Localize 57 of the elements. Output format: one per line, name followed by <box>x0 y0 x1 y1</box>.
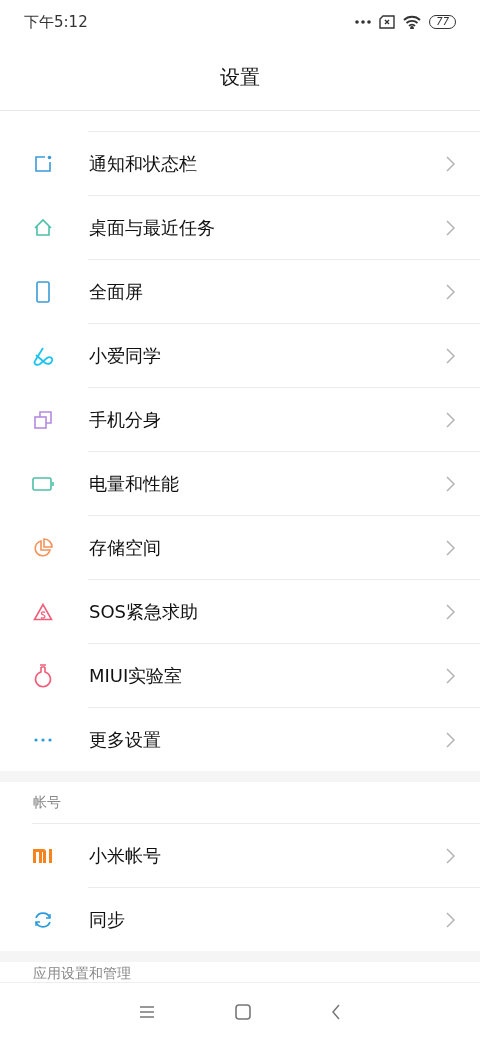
settings-row[interactable]: SOS紧急求助 <box>0 580 480 643</box>
chevron-right-icon <box>446 411 456 428</box>
row-label: 手机分身 <box>89 408 161 432</box>
chevron-right-icon <box>446 667 456 684</box>
wifi-icon <box>403 15 422 29</box>
home-button[interactable] <box>235 1003 251 1020</box>
settings-row[interactable]: 小爱同学 <box>0 324 480 387</box>
back-button[interactable] <box>331 1003 341 1020</box>
loop-icon <box>32 345 54 366</box>
more-icon <box>33 736 53 743</box>
settings-row[interactable]: 手机分身 <box>0 388 480 451</box>
settings-row[interactable]: 小米帐号 <box>0 824 480 887</box>
settings-row[interactable]: 电量和性能 <box>0 452 480 515</box>
settings-row[interactable]: 存储空间 <box>0 516 480 579</box>
row-label: 通知和状态栏 <box>89 152 197 176</box>
row-label: 电量和性能 <box>89 472 179 496</box>
chevron-right-icon <box>446 731 456 748</box>
row-label: 更多设置 <box>89 728 161 752</box>
row-label: SOS紧急求助 <box>89 600 199 624</box>
flask-icon <box>33 663 53 688</box>
house-icon <box>33 217 53 238</box>
row-label: 小米帐号 <box>89 844 161 868</box>
section-header: 应用设置和管理 <box>33 964 131 982</box>
mi-logo-icon <box>33 848 53 863</box>
warning-triangle-icon <box>33 602 53 621</box>
page-title: 设置 <box>220 64 260 91</box>
copy-icon <box>33 409 53 430</box>
row-label: 存储空间 <box>89 536 161 560</box>
chevron-right-icon <box>446 347 456 364</box>
chevron-right-icon <box>446 475 456 492</box>
row-label: 小爱同学 <box>89 344 161 368</box>
settings-row[interactable]: 桌面与最近任务 <box>0 196 480 259</box>
row-label: 桌面与最近任务 <box>89 216 215 240</box>
settings-row[interactable]: MIUI实验室 <box>0 644 480 707</box>
settings-row[interactable]: 通知和状态栏 <box>0 132 480 195</box>
battery-icon <box>32 476 54 491</box>
row-label: 同步 <box>89 908 125 932</box>
phone-icon <box>36 280 50 303</box>
settings-row[interactable]: 更多设置 <box>0 708 480 771</box>
settings-row[interactable]: 同步 <box>0 888 480 951</box>
chevron-right-icon <box>446 155 456 172</box>
more-icon <box>355 20 372 24</box>
menu-button[interactable] <box>139 1004 155 1019</box>
pie-chart-icon <box>33 537 53 558</box>
section-header: 帐号 <box>33 793 61 812</box>
chevron-right-icon <box>446 603 456 620</box>
sim-card-icon <box>379 15 396 29</box>
bell-panel-icon <box>33 153 53 174</box>
chevron-right-icon <box>446 911 456 928</box>
chevron-right-icon <box>446 539 456 556</box>
chevron-right-icon <box>446 847 456 864</box>
settings-row[interactable]: 全面屏 <box>0 260 480 323</box>
row-label: 全面屏 <box>89 280 143 304</box>
chevron-right-icon <box>446 219 456 236</box>
row-label: MIUI实验室 <box>89 664 183 688</box>
status-time: 下午5:12 <box>24 11 88 33</box>
chevron-right-icon <box>446 283 456 300</box>
